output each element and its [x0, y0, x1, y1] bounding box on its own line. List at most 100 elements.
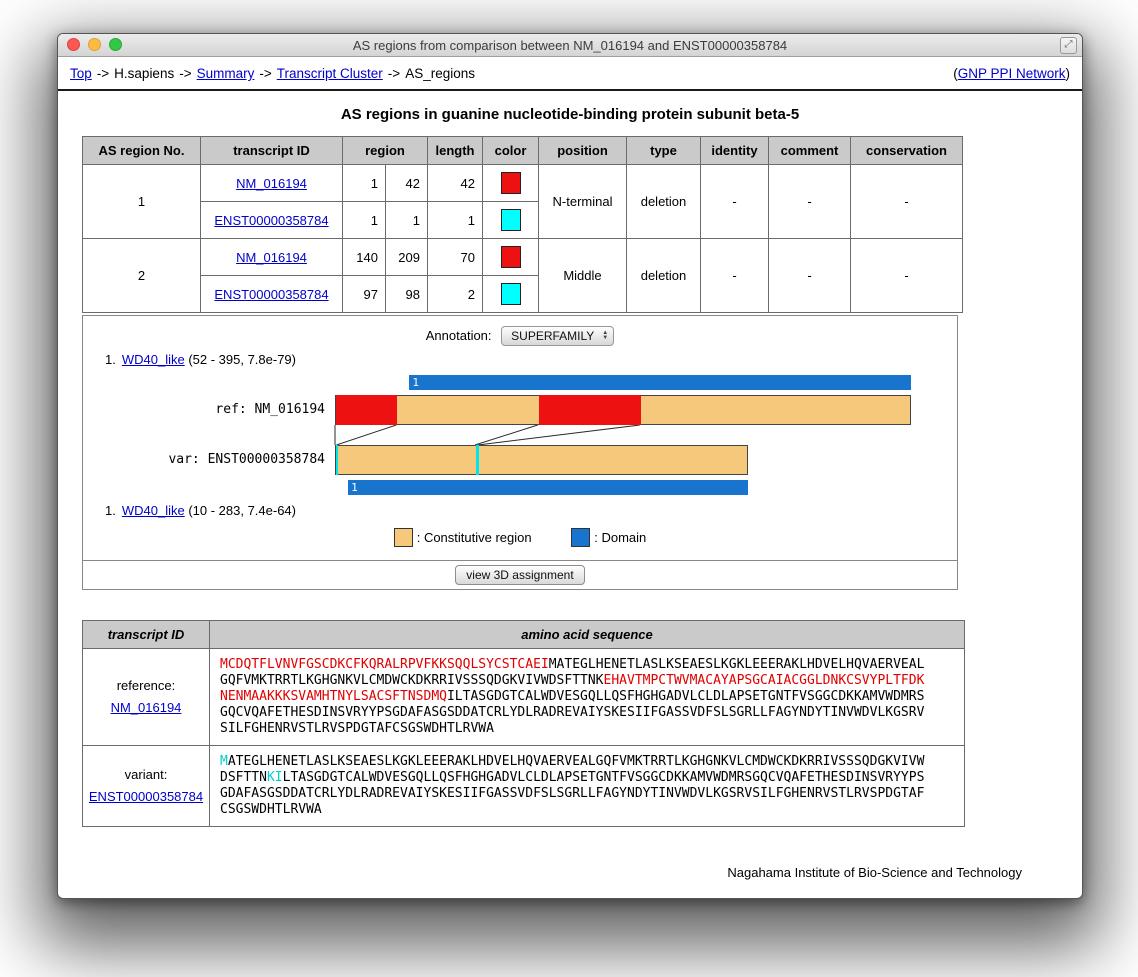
domain-index-label: 1	[412, 376, 419, 389]
transcript-link[interactable]: ENST00000358784	[214, 213, 328, 228]
table-row: 1 NM_016194 1 42 42 N-terminal deletion …	[83, 165, 963, 202]
length-cell: 42	[428, 165, 483, 202]
header-row: AS region No. transcript ID region lengt…	[83, 137, 963, 165]
var-domain-bar: 1	[348, 480, 748, 495]
column-header-identity: identity	[701, 137, 769, 165]
table-row: reference: NM_016194 MCDQTFLVNVFGSCDKCFK…	[83, 649, 965, 746]
column-header-transcript-id: transcript ID	[83, 621, 210, 649]
window-titlebar[interactable]: AS regions from comparison between NM_01…	[58, 34, 1082, 57]
column-header-length: length	[428, 137, 483, 165]
region-start-cell: 1	[343, 165, 386, 202]
wd40-like-link[interactable]: WD40_like	[122, 503, 185, 518]
note-index: 1.	[105, 352, 116, 367]
window-controls	[67, 38, 122, 51]
as-region-table: AS region No. transcript ID region lengt…	[82, 136, 963, 313]
conservation-cell: -	[851, 165, 963, 239]
breadcrumb-separator: ->	[97, 66, 109, 81]
color-cell	[483, 202, 539, 239]
region-end-cell: 1	[386, 202, 428, 239]
breadcrumb: Top -> H.sapiens -> Summary -> Transcript Clus…	[58, 57, 1082, 91]
type-cell: deletion	[627, 165, 701, 239]
annotation-select[interactable]: SUPERFAMILY	[501, 326, 614, 346]
desktop-background: AS regions from comparison between NM_01…	[0, 0, 1138, 977]
reference-transcript-link[interactable]: NM_016194	[111, 700, 182, 715]
legend-item-constitutive: : Constitutive region	[394, 528, 532, 547]
transcript-link[interactable]: NM_016194	[236, 176, 307, 191]
ref-domain-note: 1. WD40_like (52 - 395, 7.8e-79)	[105, 352, 957, 367]
length-cell: 70	[428, 239, 483, 276]
color-cell	[483, 165, 539, 202]
sequence-table: transcript ID amino acid sequence refere…	[82, 620, 965, 827]
column-header-as-region-no: AS region No.	[83, 137, 201, 165]
legend-label: : Domain	[594, 530, 646, 545]
region-end-cell: 98	[386, 276, 428, 313]
breadcrumb-separator: ->	[179, 66, 191, 81]
reference-label: reference:	[117, 678, 176, 693]
transcript-link[interactable]: ENST00000358784	[214, 287, 328, 302]
identity-cell: -	[701, 165, 769, 239]
wd40-like-link[interactable]: WD40_like	[122, 352, 185, 367]
view-3d-assignment-button[interactable]: view 3D assignment	[455, 565, 584, 585]
region-start-cell: 140	[343, 239, 386, 276]
breadcrumb-path: Top -> H.sapiens -> Summary -> Transcript Clus…	[70, 66, 475, 81]
table-row: 2 NM_016194 140 209 70 Middle deletion -…	[83, 239, 963, 276]
minimize-button[interactable]	[88, 38, 101, 51]
comment-cell: -	[769, 239, 851, 313]
as-region-segment	[336, 395, 397, 425]
header-row: transcript ID amino acid sequence	[83, 621, 965, 649]
color-swatch	[501, 209, 521, 231]
length-cell: 1	[428, 202, 483, 239]
variant-sequence: MATEGLHENETLASLKSEAESLKGKLEEERAKLHDVELHQ…	[220, 754, 925, 818]
ref-bar-label: ref: NM_016194	[83, 395, 325, 425]
variant-transcript-link[interactable]: ENST00000358784	[89, 789, 203, 804]
expand-icon[interactable]	[1060, 37, 1077, 54]
comment-cell: -	[769, 165, 851, 239]
as-region-no-cell: 1	[83, 165, 201, 239]
transcript-link[interactable]: NM_016194	[236, 250, 307, 265]
var-transcript-bar	[335, 445, 748, 475]
breadcrumb-item-species: H.sapiens	[114, 66, 174, 81]
color-swatch	[501, 283, 521, 305]
region-end-cell: 209	[386, 239, 428, 276]
as-region-diagram: 1 ref: NM_016194 var: ENST00000358784 1	[83, 375, 957, 497]
zoom-button[interactable]	[109, 38, 122, 51]
as-region-segment	[476, 445, 479, 475]
type-cell: deletion	[627, 239, 701, 313]
as-diagram-panel: Annotation: SUPERFAMILY 1. WD40_like (52 …	[82, 315, 958, 561]
variant-label: variant:	[125, 767, 168, 782]
gnp-ppi-network-link[interactable]: GNP PPI Network	[958, 66, 1066, 81]
column-header-color: color	[483, 137, 539, 165]
breadcrumb-separator: ->	[388, 66, 400, 81]
note-range: (10 - 283, 7.4e-64)	[185, 503, 296, 518]
legend-item-domain: : Domain	[571, 528, 646, 547]
column-header-conservation: conservation	[851, 137, 963, 165]
as-region-segment	[539, 395, 641, 425]
close-button[interactable]	[67, 38, 80, 51]
reference-sequence: MCDQTFLVNVFGSCDKCFKQRALRPVFKKSQQLSYCSTCA…	[220, 657, 925, 737]
column-header-amino-acid-sequence: amino acid sequence	[210, 621, 965, 649]
region-end-cell: 42	[386, 165, 428, 202]
var-bar-label: var: ENST00000358784	[83, 445, 325, 475]
ppi-network-area: (GNP PPI Network)	[953, 66, 1070, 81]
constitutive-swatch	[394, 528, 413, 547]
window-title: AS regions from comparison between NM_01…	[353, 38, 787, 53]
column-header-transcript-id: transcript ID	[201, 137, 343, 165]
breadcrumb-link-summary[interactable]: Summary	[197, 66, 255, 81]
table-row: variant: ENST00000358784 MATEGLHENETLASL…	[83, 746, 965, 827]
position-cell: N-terminal	[539, 165, 627, 239]
ref-transcript-bar	[335, 395, 911, 425]
annotation-label: Annotation:	[426, 328, 492, 343]
breadcrumb-link-top[interactable]: Top	[70, 66, 92, 81]
annotation-row: Annotation: SUPERFAMILY	[83, 326, 957, 346]
reference-label-cell: reference: NM_016194	[83, 649, 210, 746]
breadcrumb-link-transcript-cluster[interactable]: Transcript Cluster	[277, 66, 383, 81]
color-swatch	[501, 246, 521, 268]
annotation-selected-value: SUPERFAMILY	[511, 329, 594, 343]
page-title: AS regions in guanine nucleotide-binding…	[58, 106, 1082, 123]
note-range: (52 - 395, 7.8e-79)	[185, 352, 296, 367]
domain-index-label: 1	[351, 481, 358, 494]
column-header-region: region	[343, 137, 428, 165]
color-cell	[483, 276, 539, 313]
var-domain-note: 1.WD40_like (10 - 283, 7.4e-64)	[105, 503, 957, 518]
color-cell	[483, 239, 539, 276]
